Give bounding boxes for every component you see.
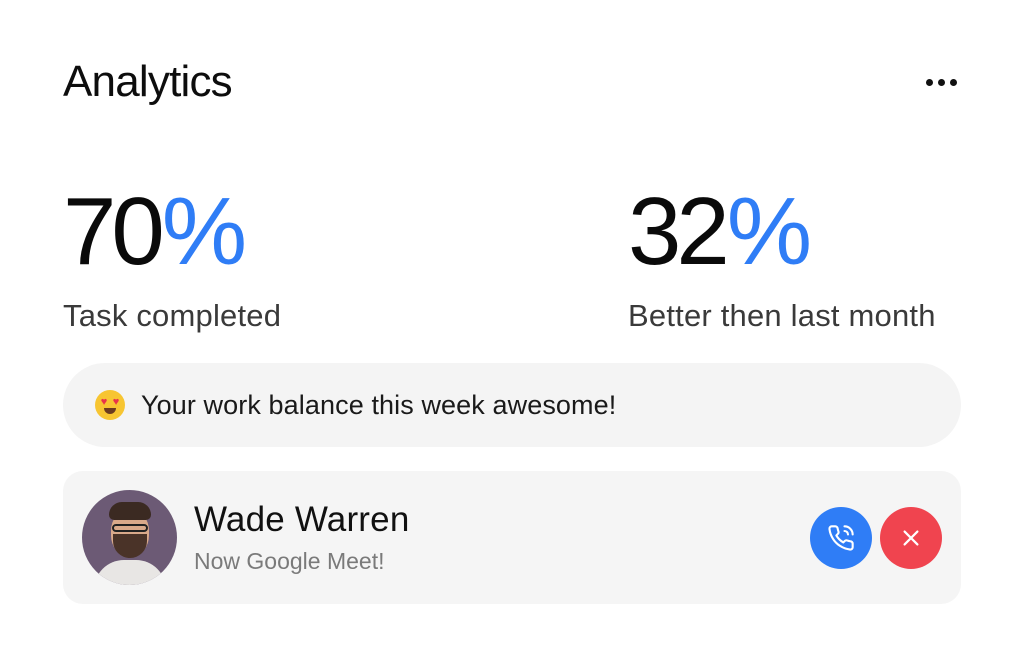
contact-info: Wade Warren Now Google Meet!: [194, 500, 810, 575]
stat-unit: %: [161, 178, 247, 285]
phone-call-icon: [828, 524, 854, 551]
stat-unit: %: [726, 178, 812, 285]
more-horizontal-icon-dot: [949, 78, 957, 86]
stat-value: 70%: [63, 180, 281, 284]
more-horizontal-icon: [925, 78, 933, 86]
stat-better-than-last-month: 32% Better then last month: [628, 180, 936, 334]
card-title: Analytics: [63, 57, 233, 106]
incoming-call-card: Wade Warren Now Google Meet!: [63, 471, 961, 604]
more-options-button[interactable]: [921, 62, 961, 102]
contact-status: Now Google Meet!: [194, 548, 385, 574]
stat-label: Task completed: [63, 298, 282, 333]
heart-eyes-emoji-icon: ♥ ♥: [95, 390, 125, 420]
accept-call-button[interactable]: [810, 506, 872, 569]
work-balance-banner: ♥ ♥ Your work balance this week awesome!: [63, 363, 961, 447]
more-horizontal-icon-dot: [937, 78, 945, 86]
banner-message: Your work balance this week awesome!: [141, 389, 617, 420]
decline-call-button[interactable]: [880, 506, 942, 569]
stat-task-completed: 70% Task completed: [63, 180, 281, 334]
stat-number: 32: [628, 178, 730, 285]
close-icon: [903, 529, 919, 546]
stat-value: 32%: [628, 180, 936, 284]
analytics-card: Analytics 70% Task completed 32% Better …: [0, 0, 1024, 667]
stat-number: 70: [63, 178, 165, 285]
card-header: Analytics: [63, 52, 961, 112]
contact-name: Wade Warren: [194, 500, 410, 539]
stat-label: Better then last month: [628, 298, 936, 333]
avatar: [82, 490, 177, 585]
call-actions: [810, 506, 942, 569]
